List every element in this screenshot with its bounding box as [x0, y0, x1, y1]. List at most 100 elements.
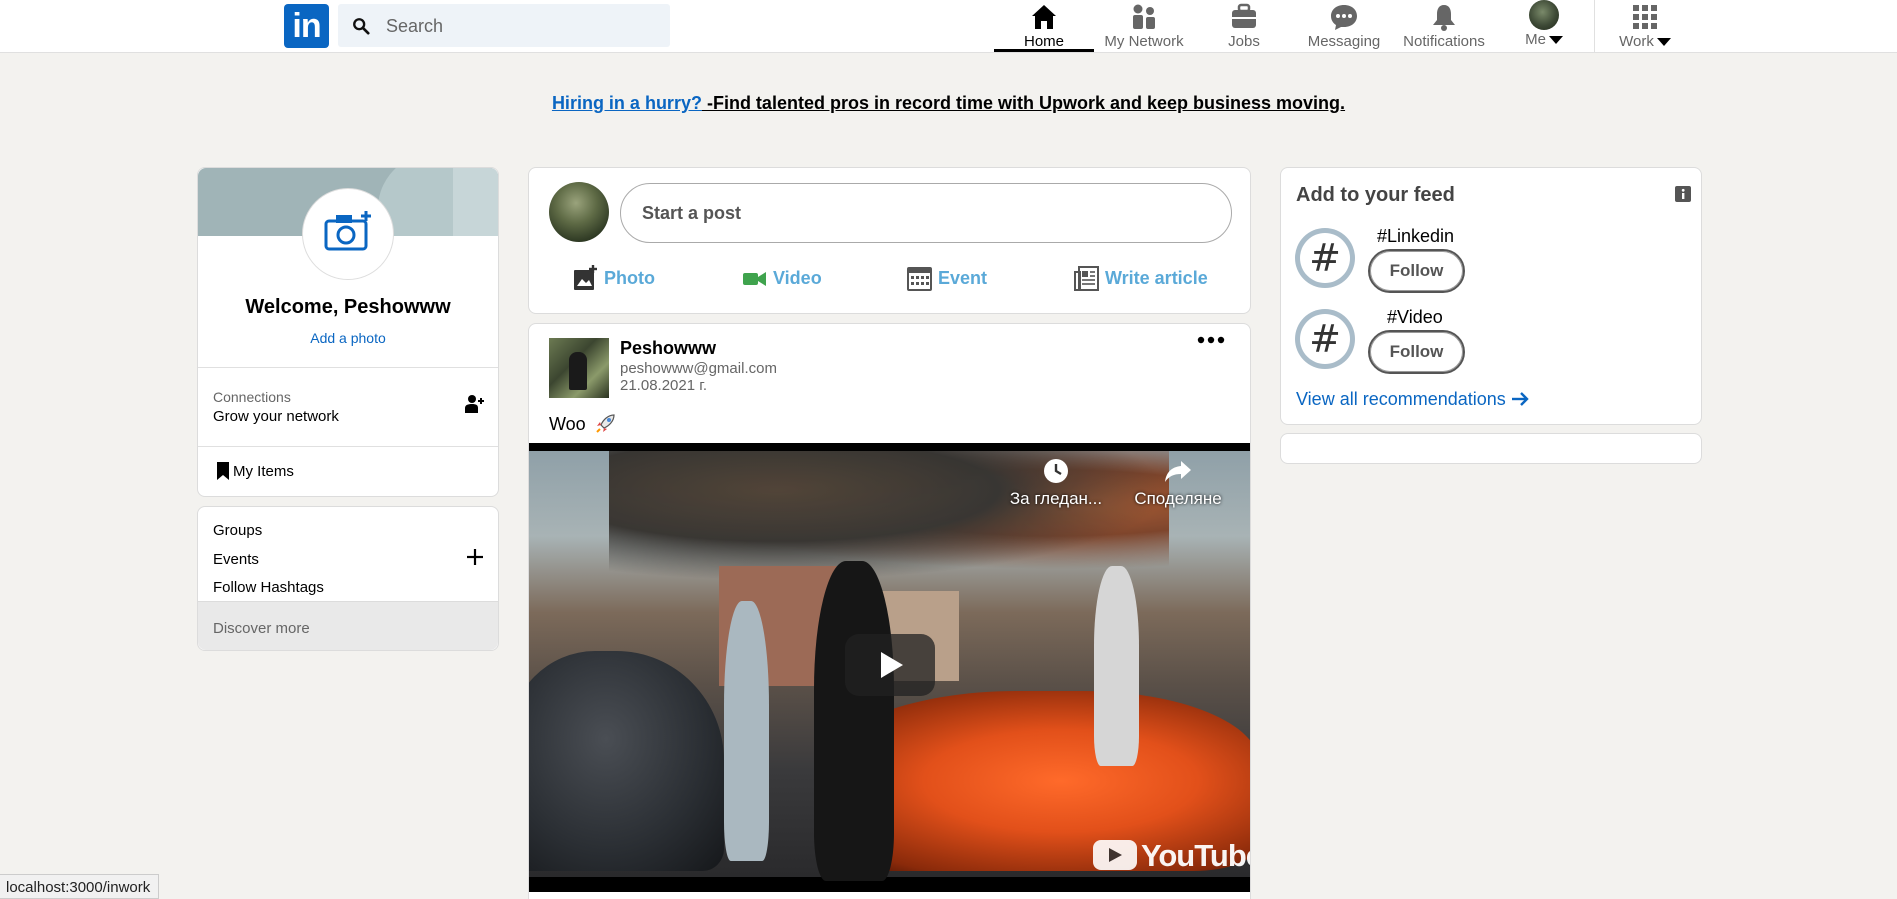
- nav-messaging[interactable]: Messaging: [1294, 0, 1394, 52]
- chevron-down-icon: [1548, 36, 1563, 45]
- connections-label[interactable]: Connections: [213, 389, 291, 405]
- view-all-recommendations-link[interactable]: View all recommendations: [1296, 389, 1529, 410]
- hashtag-avatar: #: [1295, 309, 1355, 369]
- nav-home[interactable]: Home: [994, 0, 1094, 52]
- avatar: [549, 182, 609, 242]
- grid-icon: [1633, 5, 1657, 29]
- feed-post: Peshowww peshowww@gmail.com 21.08.2021 г…: [528, 323, 1251, 899]
- watch-later-button[interactable]: За гледан...: [1006, 457, 1106, 509]
- nav-me-label-wrap: Me: [1494, 31, 1594, 48]
- post-text-content: Woo: [549, 414, 586, 434]
- top-navbar: in Home My Network Jobs: [0, 0, 1897, 53]
- photo-icon: [574, 265, 597, 290]
- video-player[interactable]: За гледан... Споделяне YouTube: [529, 443, 1250, 892]
- follow-button[interactable]: Follow: [1368, 249, 1465, 293]
- profile-photo[interactable]: [303, 189, 393, 279]
- plus-icon[interactable]: [466, 548, 484, 566]
- watch-later-label: За гледан...: [1009, 489, 1103, 508]
- article-icon: [1074, 266, 1099, 291]
- chat-icon: [1331, 5, 1357, 30]
- play-button[interactable]: [845, 634, 935, 696]
- profile-card: Welcome, Peshowww Add a photo Connection…: [197, 167, 499, 497]
- youtube-wordmark: YouTube: [1141, 838, 1250, 873]
- event-label: Event: [938, 268, 988, 288]
- briefcase-icon: [1232, 3, 1256, 28]
- video-icon: [743, 272, 766, 286]
- nav-my-network[interactable]: My Network: [1094, 0, 1194, 52]
- nav-home-label: Home: [1023, 33, 1064, 50]
- photo-label: Photo: [604, 268, 655, 288]
- bell-icon: [1433, 5, 1455, 31]
- arrow-right-icon: [1511, 392, 1529, 406]
- promo-link[interactable]: Hiring in a hurry?: [552, 93, 702, 113]
- nav-work[interactable]: Work: [1595, 0, 1695, 52]
- nav-me[interactable]: Me: [1494, 0, 1594, 52]
- add-photo-link[interactable]: Add a photo: [198, 330, 498, 346]
- post-author-avatar[interactable]: [549, 338, 609, 398]
- event-action[interactable]: Event: [907, 264, 997, 294]
- hashtag-name[interactable]: #Video: [1387, 307, 1443, 328]
- welcome-title: Welcome, Peshowww: [245, 296, 451, 318]
- info-icon[interactable]: [1675, 186, 1691, 202]
- promo-banner: Hiring in a hurry? -Find talented pros i…: [0, 93, 1897, 114]
- discover-more-button[interactable]: Discover more: [198, 601, 498, 650]
- nav-notifications-label: Notifications: [1403, 33, 1485, 50]
- post-author-name[interactable]: Peshowww: [620, 338, 716, 359]
- camera-add-icon: [324, 211, 371, 251]
- post-text: Woo: [549, 412, 617, 435]
- photo-action[interactable]: Photo: [573, 264, 663, 294]
- write-article-label: Write article: [1105, 268, 1208, 288]
- start-post-button[interactable]: Start a post: [620, 183, 1232, 243]
- groups-card: Groups Events Follow Hashtags Discover m…: [197, 506, 499, 651]
- rocket-emoji-icon: [595, 414, 615, 433]
- avatar: [1529, 0, 1559, 30]
- hashtag-avatar: #: [1295, 228, 1355, 288]
- divider: [198, 367, 498, 368]
- post-date: 21.08.2021 г.: [620, 377, 708, 394]
- nav-jobs-label: Jobs: [1228, 33, 1260, 50]
- groups-link[interactable]: Groups: [213, 522, 262, 539]
- search-icon: [353, 18, 370, 35]
- add-to-feed-card: Add to your feed # #Linkedin Follow # #V…: [1280, 167, 1702, 425]
- youtube-play-icon: [1093, 840, 1137, 870]
- calendar-icon: [907, 267, 932, 291]
- nav-work-label-wrap: Work: [1595, 33, 1695, 50]
- nav-work-label: Work: [1619, 33, 1654, 50]
- video-label: Video: [773, 268, 822, 288]
- post-composer: Start a post Photo Video Event Write art…: [528, 167, 1251, 314]
- add-user-icon[interactable]: [464, 394, 484, 414]
- share-button[interactable]: Споделяне: [1123, 457, 1233, 509]
- clock-icon: [1044, 459, 1068, 483]
- view-all-label: View all recommendations: [1296, 389, 1506, 409]
- follow-button[interactable]: Follow: [1368, 330, 1465, 374]
- bookmark-icon: [217, 462, 229, 480]
- connections-sub[interactable]: Grow your network: [213, 408, 339, 425]
- my-items-link[interactable]: My Items: [233, 463, 294, 480]
- video-action[interactable]: Video: [742, 264, 832, 294]
- nav-my-network-label: My Network: [1104, 33, 1184, 50]
- search-input[interactable]: [386, 12, 656, 40]
- promo-text[interactable]: -Find talented pros in record time with …: [702, 93, 1345, 113]
- hashtag-icon: #: [1300, 314, 1350, 364]
- share-label: Споделяне: [1134, 489, 1222, 508]
- linkedin-logo[interactable]: in: [284, 4, 329, 48]
- more-options-icon[interactable]: [1197, 334, 1225, 346]
- follow-hashtags-link[interactable]: Follow Hashtags: [213, 579, 324, 596]
- events-link[interactable]: Events: [213, 551, 259, 568]
- nav-messaging-label: Messaging: [1307, 33, 1381, 50]
- feed-title: Add to your feed: [1296, 184, 1455, 206]
- chevron-down-icon: [1656, 38, 1671, 47]
- nav-jobs[interactable]: Jobs: [1194, 0, 1294, 52]
- search-box[interactable]: [338, 4, 670, 47]
- home-icon: [1032, 5, 1056, 29]
- nav-me-label: Me: [1525, 31, 1546, 48]
- network-icon: [1133, 4, 1155, 29]
- post-author-email: peshowww@gmail.com: [620, 360, 777, 377]
- hashtag-name[interactable]: #Linkedin: [1377, 226, 1454, 247]
- divider: [198, 446, 498, 447]
- share-icon: [1165, 461, 1191, 482]
- write-article-action[interactable]: Write article: [1074, 264, 1234, 294]
- empty-card: [1280, 433, 1702, 464]
- hashtag-icon: #: [1300, 233, 1350, 283]
- nav-notifications[interactable]: Notifications: [1394, 0, 1494, 52]
